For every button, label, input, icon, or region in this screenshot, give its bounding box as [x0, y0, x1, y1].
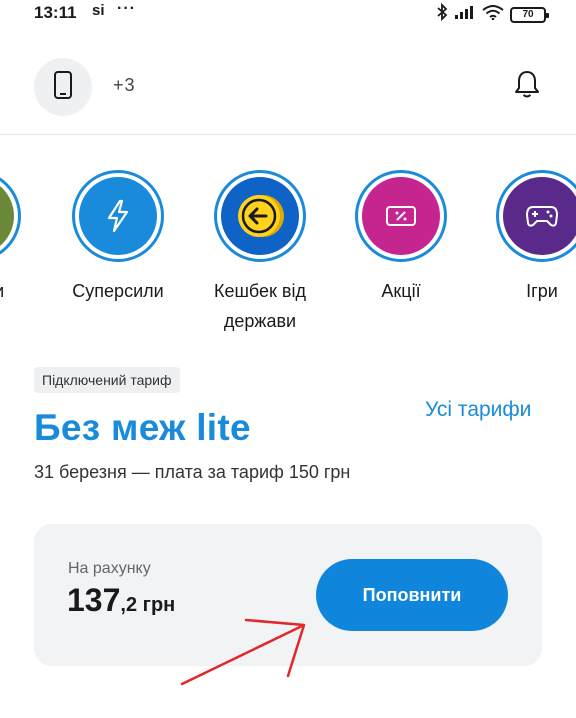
- tariff-name: Без меж lite: [34, 407, 251, 448]
- phone-number[interactable]: +3: [113, 75, 274, 96]
- balance-label: На рахунку: [68, 560, 151, 577]
- tariff-tag: Підключений тариф: [34, 367, 180, 393]
- ticket-icon: [362, 177, 440, 255]
- tariff-info: 31 березня — плата за тариф 150 грн: [34, 462, 351, 482]
- story-label: Акції: [381, 281, 421, 301]
- balance-value: 137,2 грн: [67, 582, 175, 619]
- story-label: Суперсили: [72, 281, 164, 301]
- story-supersyly[interactable]: Суперсили: [48, 170, 188, 306]
- stories-row: …жити Суперсили Кешбек від держави: [0, 170, 576, 340]
- lightning-icon: [79, 177, 157, 255]
- status-more-indicator: ···: [117, 0, 136, 17]
- status-time: 13:11: [34, 3, 77, 22]
- signal-icon: [454, 4, 476, 25]
- wifi-icon: [482, 4, 504, 25]
- battery-icon: 70: [510, 6, 549, 23]
- story-games[interactable]: Ігри: [472, 170, 576, 306]
- notifications-button[interactable]: [510, 69, 544, 103]
- story-label: …жити: [0, 276, 45, 306]
- story-cashback[interactable]: Кешбек від держави: [190, 170, 330, 336]
- phone-avatar[interactable]: [34, 58, 92, 116]
- header-divider: [0, 134, 576, 135]
- bluetooth-icon: [436, 2, 448, 26]
- partial-icon: [0, 177, 14, 255]
- balance-fraction: ,2 грн: [120, 594, 176, 616]
- header: +3: [0, 52, 576, 124]
- status-bar: 13:11 si ··· 70: [0, 0, 576, 26]
- bell-icon: [513, 69, 541, 104]
- status-icons: 70: [436, 2, 549, 26]
- balance-integer: 137: [67, 582, 121, 618]
- topup-button[interactable]: Поповнити: [316, 559, 508, 631]
- smartphone-icon: [53, 70, 73, 105]
- story-label: Ігри: [526, 281, 558, 301]
- story-item[interactable]: …жити: [0, 170, 45, 306]
- gamepad-icon: [503, 177, 576, 255]
- annotation-arrow-icon: [180, 618, 306, 686]
- coin-cashback-icon: [221, 177, 299, 255]
- status-app-indicator: si: [92, 2, 105, 19]
- all-tariffs-link[interactable]: Усі тарифи: [425, 398, 531, 422]
- story-label: Кешбек від держави: [214, 281, 306, 331]
- story-aktsii[interactable]: Акції: [331, 170, 471, 306]
